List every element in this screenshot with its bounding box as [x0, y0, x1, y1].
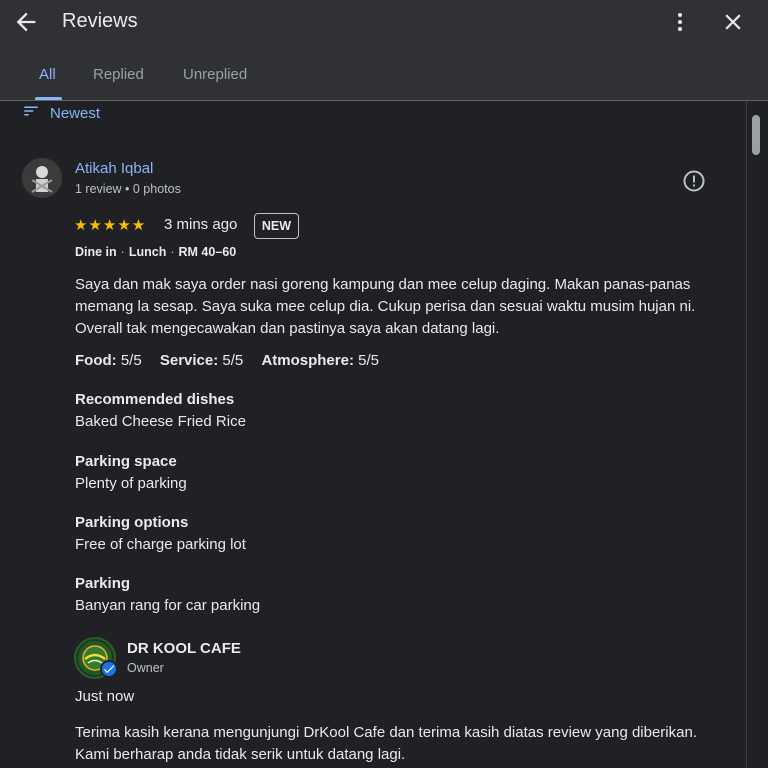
scrollbar-track[interactable] — [746, 101, 768, 768]
sort-button[interactable]: Newest — [22, 103, 100, 123]
rating-value-service: 5/5 — [222, 352, 244, 369]
rating-value-atmosphere: 5/5 — [358, 352, 379, 369]
report-icon[interactable] — [682, 169, 706, 193]
sort-icon — [22, 102, 40, 125]
tab-replied[interactable]: Replied — [93, 66, 144, 83]
owner-name: DR KOOL CAFE — [127, 640, 241, 657]
attribute-title: Parking options — [75, 514, 189, 531]
owner-role: Owner — [127, 661, 164, 675]
arrow-back-icon[interactable] — [12, 8, 40, 36]
visit-details: Dine in · Lunch · RM 40–60 — [75, 245, 237, 259]
sort-label: Newest — [50, 104, 101, 122]
rating-label-food: Food: — [75, 352, 117, 369]
page-title: Reviews — [62, 10, 138, 32]
tab-unreplied[interactable]: Unreplied — [183, 66, 247, 83]
avatar[interactable] — [22, 158, 62, 198]
attribute-title: Parking — [75, 575, 131, 592]
reply-text: Terima kasih kerana mengunjungi DrKool C… — [75, 724, 697, 763]
close-icon[interactable] — [720, 8, 746, 36]
reviewer-name[interactable]: Atikah Iqbal — [75, 160, 153, 177]
star-rating: ★★★★★ — [74, 217, 147, 234]
divider — [0, 100, 768, 101]
visit-price: RM 40–60 — [178, 245, 237, 259]
reviewer-meta: 1 review • 0 photos — [75, 182, 181, 196]
visit-type: Dine in — [75, 245, 117, 259]
rating-label-atmosphere: Atmosphere: — [261, 352, 354, 369]
attribute-value: Baked Cheese Fried Rice — [75, 413, 246, 430]
attribute-value: Banyan rang for car parking — [75, 597, 261, 614]
attribute-title: Parking space — [75, 453, 177, 470]
app-header: Reviews All Replied Unreplied — [0, 0, 768, 100]
new-badge: NEW — [254, 213, 299, 239]
tab-all[interactable]: All — [39, 66, 56, 83]
rating-label-service: Service: — [159, 352, 219, 369]
category-ratings: Food: 5/5 Service: 5/5 Atmosphere: 5/5 — [75, 352, 393, 369]
review-text: Saya dan mak saya order nasi goreng kamp… — [75, 276, 696, 337]
scrollbar-thumb[interactable] — [752, 115, 760, 155]
more-vert-icon[interactable] — [668, 8, 692, 36]
attribute-title: Recommended dishes — [75, 391, 235, 408]
visit-meal: Lunch — [128, 245, 167, 259]
review-time: 3 mins ago — [164, 216, 238, 233]
attribute-value: Plenty of parking — [75, 475, 187, 492]
attribute-value: Free of charge parking lot — [75, 536, 246, 553]
verified-icon — [100, 660, 118, 678]
reply-time: Just now — [75, 688, 135, 705]
rating-value-food: 5/5 — [120, 352, 142, 369]
